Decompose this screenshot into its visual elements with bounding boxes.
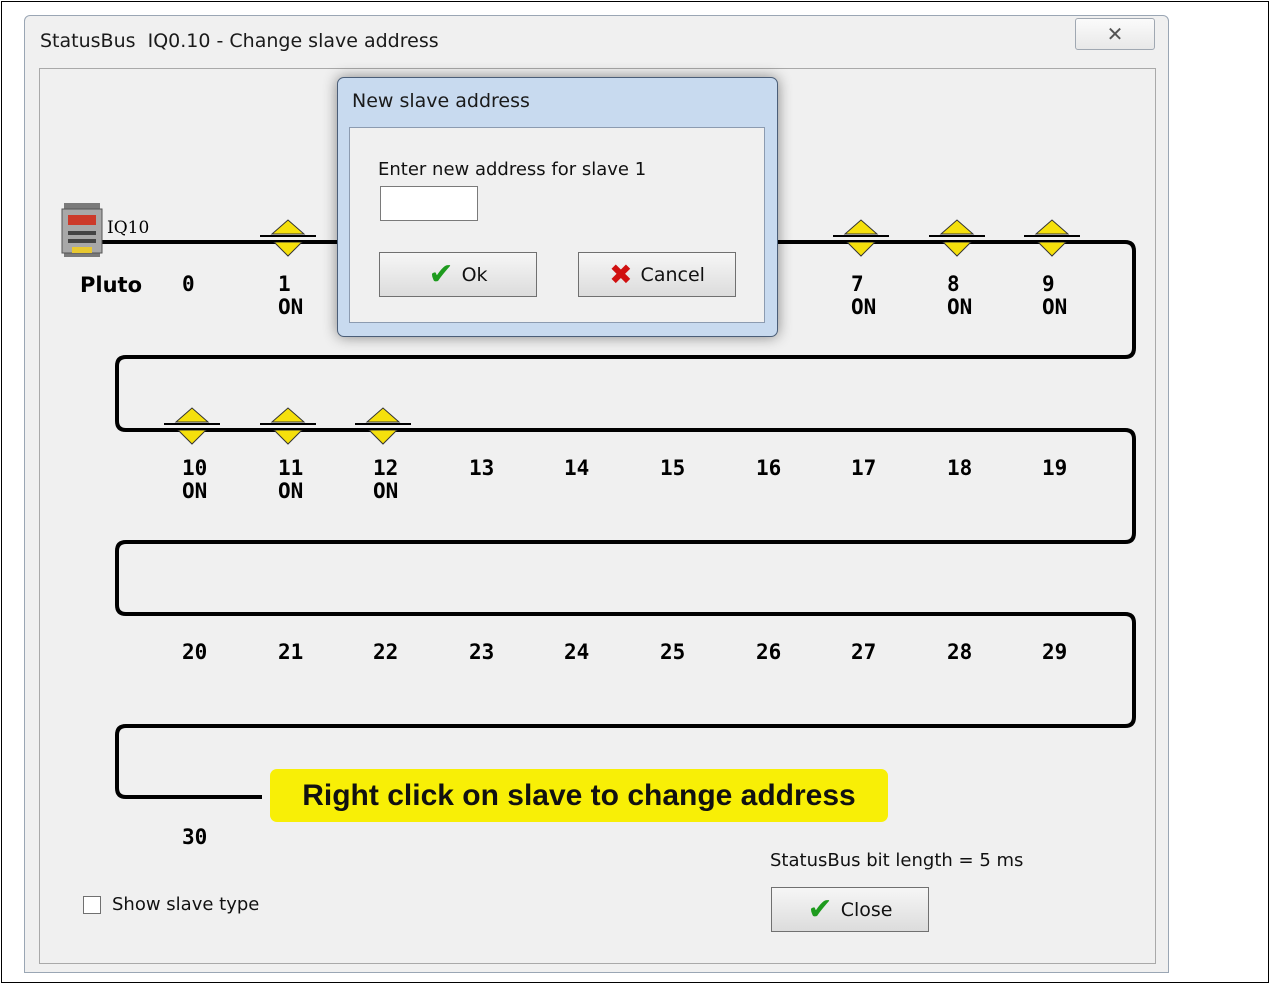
slave-address: 12 (373, 456, 399, 480)
close-button[interactable]: ✔ Close (771, 887, 929, 932)
show-slave-type-checkbox[interactable] (83, 896, 101, 914)
slave-address: 11 (278, 456, 304, 480)
slave-status: ON (1042, 295, 1068, 319)
slave-13[interactable]: 13 (469, 457, 494, 480)
dialog-title: New slave address (352, 90, 530, 112)
master-output-label: IQ10 (107, 218, 150, 238)
slave-address: 24 (564, 640, 590, 664)
hint-banner: Right click on slave to change address (270, 769, 888, 822)
dialog-prompt: Enter new address for slave 1 (378, 159, 647, 180)
slave-1[interactable]: 1 ON (278, 273, 303, 319)
slave-26[interactable]: 26 (756, 641, 781, 664)
slave-address: 8 (947, 272, 960, 296)
slave-address: 27 (851, 640, 877, 664)
slave-22[interactable]: 22 (373, 641, 398, 664)
slave-9[interactable]: 9 ON (1042, 273, 1067, 319)
slave-20[interactable]: 20 (182, 641, 207, 664)
slave-28[interactable]: 28 (947, 641, 972, 664)
slave-status: ON (278, 479, 304, 503)
slave-status: ON (182, 479, 208, 503)
slave-7[interactable]: 7 ON (851, 273, 876, 319)
slave-18[interactable]: 18 (947, 457, 972, 480)
cancel-button-label: Cancel (640, 263, 705, 286)
slave-address: 30 (182, 825, 208, 849)
slave-11[interactable]: 11 ON (278, 457, 303, 503)
slave-0[interactable]: 0 (182, 273, 195, 296)
slave-address: 16 (756, 456, 782, 480)
bit-length-text: StatusBus bit length = 5 ms (770, 850, 1024, 871)
slave-16[interactable]: 16 (756, 457, 781, 480)
new-address-input[interactable] (380, 186, 478, 221)
slave-address: 17 (851, 456, 877, 480)
green-check-icon: ✔ (428, 256, 454, 292)
cancel-button[interactable]: ✖ Cancel (578, 252, 736, 297)
slave-19[interactable]: 19 (1042, 457, 1067, 480)
slave-address: 0 (182, 272, 195, 296)
slave-address: 7 (851, 272, 864, 296)
slave-status: ON (373, 479, 399, 503)
slave-15[interactable]: 15 (660, 457, 685, 480)
slave-address: 18 (947, 456, 973, 480)
ok-button-label: Ok (461, 263, 488, 286)
slave-address: 23 (469, 640, 495, 664)
slave-25[interactable]: 25 (660, 641, 685, 664)
window-title: StatusBus IQ0.10 - Change slave address (40, 30, 439, 52)
ok-button[interactable]: ✔ Ok (379, 252, 537, 297)
slave-address: 1 (278, 272, 291, 296)
slave-8[interactable]: 8 ON (947, 273, 972, 319)
show-slave-type-label[interactable]: Show slave type (112, 894, 259, 915)
slave-status: ON (947, 295, 973, 319)
green-check-icon: ✔ (807, 891, 833, 927)
slave-address: 15 (660, 456, 686, 480)
slave-23[interactable]: 23 (469, 641, 494, 664)
slave-address: 28 (947, 640, 973, 664)
slave-address: 29 (1042, 640, 1068, 664)
pluto-controller-icon (61, 203, 103, 257)
slave-status: ON (278, 295, 304, 319)
slave-status: ON (851, 295, 877, 319)
slave-21[interactable]: 21 (278, 641, 303, 664)
slave-address: 9 (1042, 272, 1055, 296)
slave-29[interactable]: 29 (1042, 641, 1067, 664)
slave-address: 22 (373, 640, 399, 664)
slave-address: 14 (564, 456, 590, 480)
close-window-button[interactable]: ✕ (1075, 18, 1155, 50)
red-x-icon: ✖ (609, 257, 633, 291)
slave-address: 26 (756, 640, 782, 664)
slave-address: 19 (1042, 456, 1068, 480)
close-button-label: Close (840, 898, 893, 921)
slave-14[interactable]: 14 (564, 457, 589, 480)
slave-30[interactable]: 30 (182, 826, 207, 849)
slave-24[interactable]: 24 (564, 641, 589, 664)
slave-address: 20 (182, 640, 208, 664)
slave-address: 21 (278, 640, 304, 664)
slave-10[interactable]: 10 ON (182, 457, 207, 503)
slave-address: 10 (182, 456, 208, 480)
slave-address: 25 (660, 640, 686, 664)
slave-17[interactable]: 17 (851, 457, 876, 480)
master-name: Pluto (80, 273, 143, 297)
slave-address: 13 (469, 456, 495, 480)
slave-12[interactable]: 12 ON (373, 457, 398, 503)
slave-27[interactable]: 27 (851, 641, 876, 664)
